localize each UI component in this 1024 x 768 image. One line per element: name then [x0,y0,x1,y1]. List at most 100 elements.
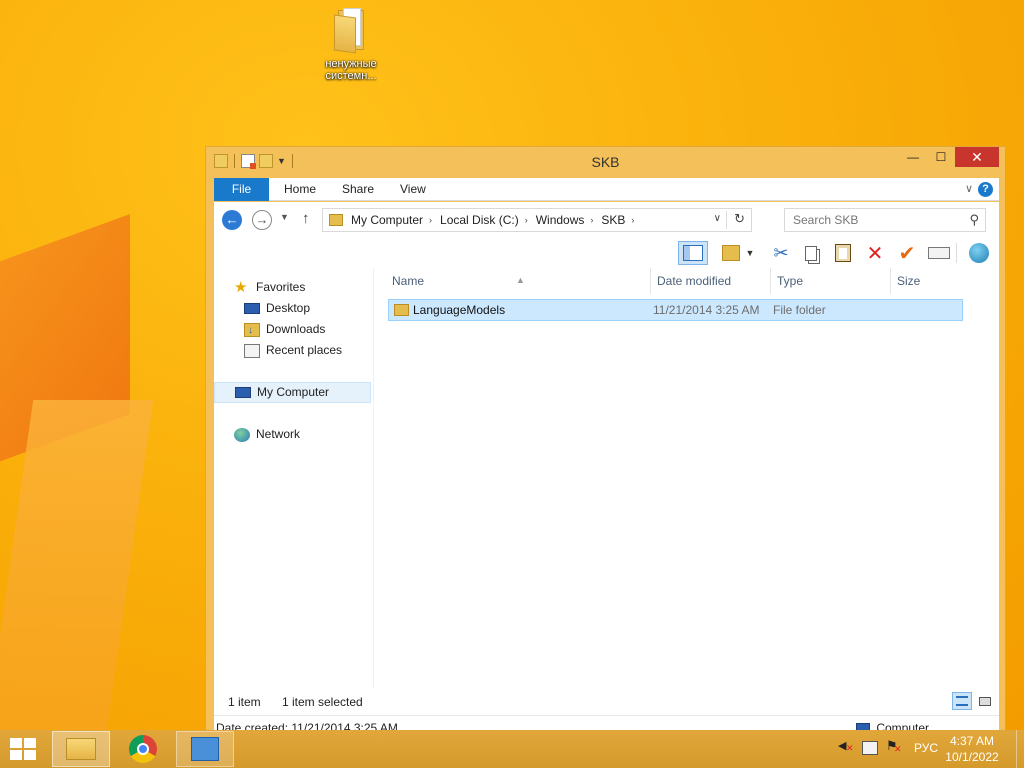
rename-button[interactable] [926,241,952,265]
properties-button[interactable] [966,241,992,265]
column-label: Name [392,274,425,288]
control-panel-icon [191,737,219,761]
clock-date: 10/1/2022 [945,750,999,764]
cut-button[interactable]: ✂ [768,241,794,265]
desktop-folder-shortcut[interactable]: ненужные системн... [316,6,386,82]
column-header-name[interactable]: Name ▲ [386,268,651,294]
taskbar-file-explorer[interactable] [52,731,110,767]
sidebar-item-label: My Computer [257,385,330,399]
sidebar-item-downloads[interactable]: Downloads [244,319,325,341]
maximize-button[interactable]: ☐ [927,147,955,167]
layout-icon [683,245,703,261]
desktop-icon-label-line1: ненужные [325,58,377,70]
tab-file[interactable]: File [214,178,269,201]
recent-locations-icon[interactable]: ▼ [280,212,289,222]
network-status-icon[interactable] [862,741,878,755]
title-bar[interactable]: ▼ SKB — ☐ ✕ [206,147,1005,177]
minimize-button[interactable]: — [899,147,927,167]
chevron-down-icon[interactable]: ∨ [714,213,721,224]
column-header-size[interactable]: Size [891,268,981,294]
new-folder-icon [722,245,740,261]
checkmark-icon: ✔ [898,242,916,265]
main-area: ★ Favorites Desktop Downloads Recent pla… [214,268,999,688]
sidebar-item-my-computer[interactable]: My Computer [214,382,371,403]
breadcrumb-windows[interactable]: Windows [536,213,585,227]
table-row[interactable]: LanguageModels 11/21/2014 3:25 AM File f… [388,299,963,321]
address-bar[interactable]: My Computer › Local Disk (C:) › Windows … [322,208,752,232]
help-icon[interactable]: ? [978,182,993,197]
copy-button[interactable] [798,241,824,265]
computer-icon [235,387,251,398]
desktop-icon-label: ненужные системн... [316,58,386,82]
globe-icon [969,243,989,263]
sidebar-item-label: Favorites [256,280,306,294]
new-folder-button[interactable] [718,241,744,265]
recent-places-icon [244,343,260,358]
start-button[interactable] [10,738,38,762]
sidebar-item-desktop[interactable]: Desktop [244,298,310,319]
chevron-right-icon[interactable]: › [429,215,432,225]
folder-icon [66,738,96,760]
scissors-icon: ✂ [773,242,789,263]
network-icon [234,427,250,442]
close-button[interactable]: ✕ [955,147,999,167]
forward-button[interactable]: → [252,210,272,230]
sidebar-item-network[interactable]: Network [234,424,300,445]
divider [956,243,957,263]
large-icons-view-button[interactable] [975,692,995,710]
action-center-icon[interactable] [886,738,902,755]
breadcrumb-skb[interactable]: SKB [601,213,625,227]
item-count: 1 item [228,695,261,709]
up-button[interactable]: ↑ [302,210,310,227]
folder-icon [334,6,368,54]
expand-ribbon-icon[interactable]: ∨ [965,182,973,195]
chevron-right-icon[interactable]: › [590,215,593,225]
status-bar: 1 item 1 item selected [214,688,999,715]
column-header-type[interactable]: Type [771,268,891,294]
chevron-right-icon[interactable]: › [631,215,634,225]
show-desktop-button[interactable] [1016,730,1024,768]
paste-button[interactable] [830,241,856,265]
tab-home[interactable]: Home [284,178,316,201]
tab-share[interactable]: Share [342,178,374,201]
chrome-icon [129,735,157,763]
delete-x-icon: ✕ [866,242,884,265]
downloads-icon [244,320,260,341]
rename-icon [928,247,950,259]
refresh-icon[interactable]: ↻ [734,211,745,227]
file-type: File folder [773,303,826,317]
column-header-date-modified[interactable]: Date modified [651,268,771,294]
input-language[interactable]: РУС [914,741,938,755]
volume-muted-icon[interactable] [838,739,854,755]
breadcrumb-my-computer[interactable]: My Computer [351,213,423,227]
search-icon[interactable]: ⚲ [969,212,979,228]
ribbon-tabs: File Home Share View ∨ ? [214,178,999,201]
clipboard-icon [835,244,851,262]
sidebar-item-label: Recent places [266,343,343,357]
search-box: ⚲ [784,208,986,232]
chevron-right-icon[interactable]: › [525,215,528,225]
details-view-button[interactable] [952,692,972,710]
clock-time: 4:37 AM [949,734,995,748]
search-input[interactable] [785,209,955,231]
desktop-icon [244,303,260,314]
sidebar-item-label: Desktop [266,301,311,315]
taskbar-chrome[interactable] [114,731,172,767]
selected-count: 1 item selected [282,695,363,709]
clock[interactable]: 4:37 AM 10/1/2022 [942,733,1002,765]
navigation-bar: ← → ▼ ↑ My Computer › Local Disk (C:) › … [214,202,999,238]
sidebar-item-favorites[interactable]: ★ Favorites [234,277,305,298]
chevron-down-icon[interactable]: ▼ [744,241,756,265]
breadcrumb-local-disk[interactable]: Local Disk (C:) [440,213,519,227]
delete-button[interactable]: ✕ [862,241,888,265]
sidebar-item-label: Network [256,427,301,441]
file-name: LanguageModels [413,303,506,317]
star-icon: ★ [234,278,248,296]
taskbar-control-panel[interactable] [176,731,234,767]
sidebar-item-recent-places[interactable]: Recent places [244,340,342,361]
back-button[interactable]: ← [222,210,242,230]
window-title: SKB [591,154,620,170]
layout-button[interactable] [678,241,708,265]
tab-view[interactable]: View [400,178,426,201]
select-button[interactable]: ✔ [894,241,920,265]
